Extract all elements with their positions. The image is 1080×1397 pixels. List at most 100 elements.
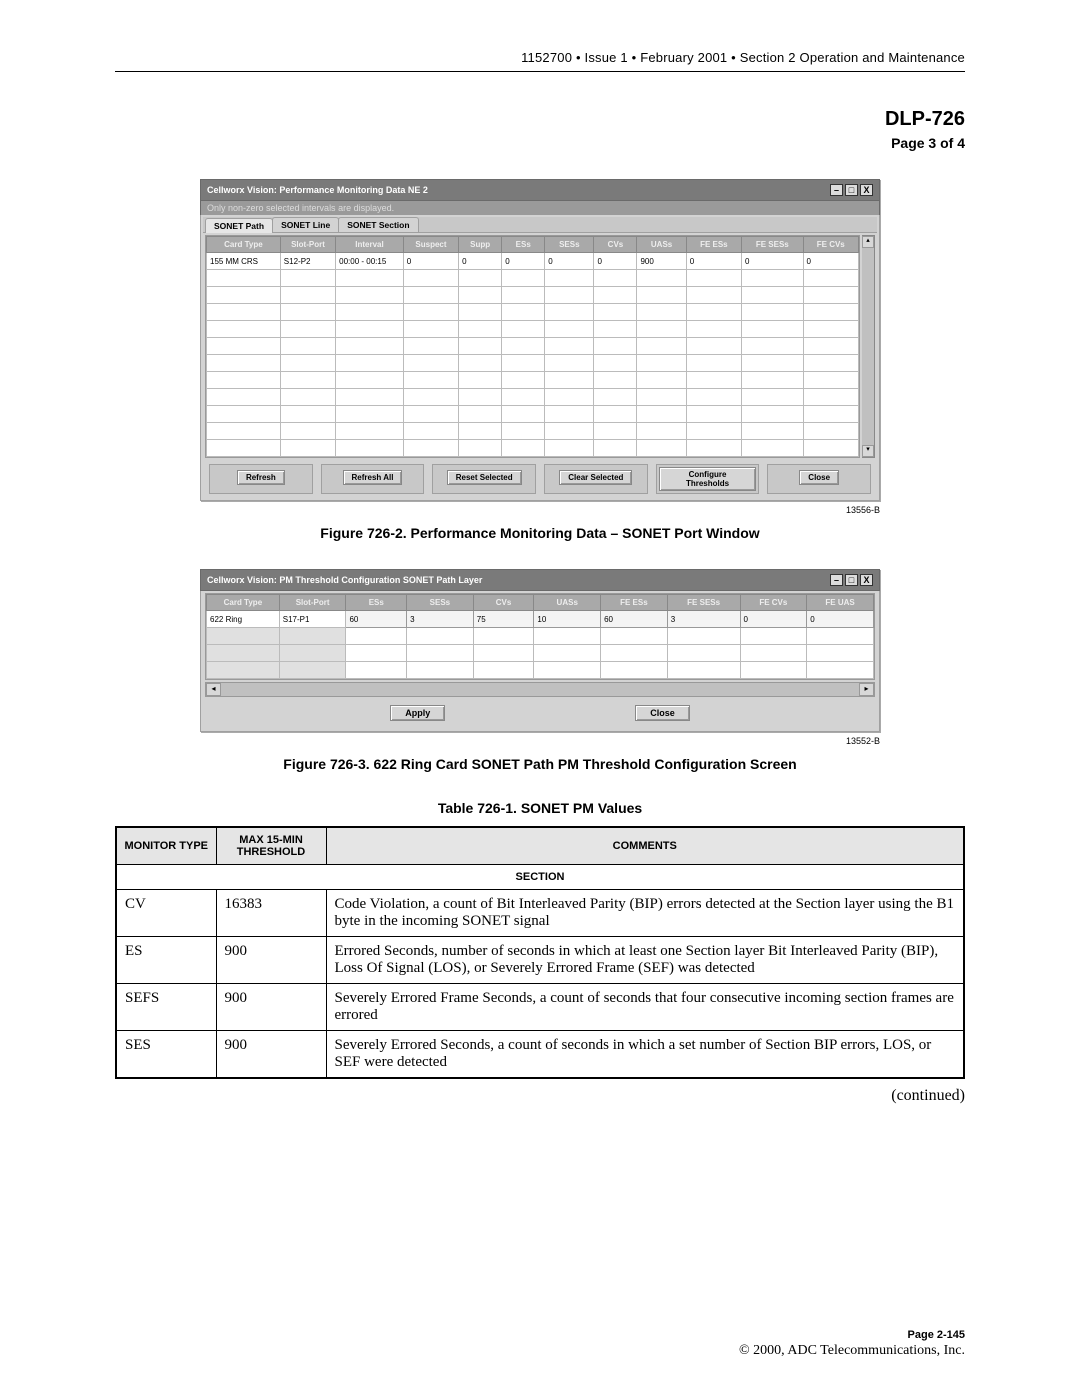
figure1-caption: Figure 726-2. Performance Monitoring Dat…	[115, 525, 965, 541]
table-row	[207, 440, 859, 457]
clear-selected-button[interactable]: Clear Selected	[559, 470, 632, 485]
button-cell: Refresh	[209, 464, 313, 494]
window-titlebar[interactable]: Cellworx Vision: PM Threshold Configurat…	[200, 569, 880, 591]
cell-comments: Errored Seconds, number of seconds in wh…	[326, 937, 964, 984]
configure-thresholds-button[interactable]: Configure Thresholds	[659, 467, 757, 491]
grid-cell[interactable]: 60	[601, 611, 668, 628]
figure1-id: 13556-B	[200, 505, 880, 515]
grid-cell[interactable]: 60	[346, 611, 407, 628]
maximize-icon[interactable]: □	[845, 574, 858, 586]
table-row: CV16383Code Violation, a count of Bit In…	[116, 890, 964, 937]
grid-cell[interactable]: 3	[667, 611, 740, 628]
table-row[interactable]: 155 MM CRSS12-P200:00 - 00:1500000900000	[207, 253, 859, 270]
table-row: ES900Errored Seconds, number of seconds …	[116, 937, 964, 984]
grid-col: Slot-Port	[279, 595, 346, 611]
grid-cell: 155 MM CRS	[207, 253, 281, 270]
window-title: Cellworx Vision: Performance Monitoring …	[207, 185, 428, 195]
grid-col: Card Type	[207, 595, 280, 611]
table-row	[207, 287, 859, 304]
threshold-grid: Card TypeSlot-PortESsSESsCVsUASsFE ESsFE…	[205, 593, 875, 680]
refresh-all-button[interactable]: Refresh All	[343, 470, 403, 485]
cell-comments: Code Violation, a count of Bit Interleav…	[326, 890, 964, 937]
table-row	[207, 270, 859, 287]
grid-col: FE ESs	[601, 595, 668, 611]
footer-page: Page 2-145	[115, 1329, 965, 1341]
grid-cell: 0	[742, 253, 804, 270]
scroll-right-icon[interactable]: ▸	[859, 683, 874, 696]
grid-header: Card TypeSlot-PortESsSESsCVsUASsFE ESsFE…	[207, 595, 874, 611]
minimize-icon[interactable]: –	[830, 184, 843, 196]
grid-cell: 0	[459, 253, 502, 270]
tab-sonet-section[interactable]: SONET Section	[338, 217, 418, 232]
tab-sonet-path[interactable]: SONET Path	[205, 218, 273, 233]
vertical-scrollbar[interactable]: ▴ ▾	[862, 235, 875, 458]
col-max-threshold: MAX 15-MIN THRESHOLD	[216, 827, 326, 865]
table-row	[207, 662, 874, 679]
refresh-button[interactable]: Refresh	[237, 470, 285, 485]
grid-col: UASs	[534, 595, 601, 611]
close-icon[interactable]: X	[860, 184, 873, 196]
window-title: Cellworx Vision: PM Threshold Configurat…	[207, 575, 482, 585]
scroll-up-icon[interactable]: ▴	[862, 236, 874, 248]
close-button[interactable]: Close	[635, 705, 690, 721]
figure2-id: 13552-B	[200, 736, 880, 746]
cell-threshold: 900	[216, 984, 326, 1031]
button-cell: Configure Thresholds	[656, 464, 760, 494]
apply-button[interactable]: Apply	[390, 705, 445, 721]
grid-cell: 0	[594, 253, 637, 270]
col-monitor-type: MONITOR TYPE	[116, 827, 216, 865]
cell-monitor-type: SEFS	[116, 984, 216, 1031]
horizontal-scrollbar[interactable]: ◂ ▸	[205, 682, 875, 697]
dlp-page: Page 3 of 4	[115, 135, 965, 151]
grid-cell[interactable]: 0	[740, 611, 807, 628]
tab-sonet-line[interactable]: SONET Line	[272, 217, 339, 232]
doc-header: 1152700 • Issue 1 • February 2001 • Sect…	[115, 50, 965, 65]
table-row	[207, 389, 859, 406]
pm-threshold-window: Cellworx Vision: PM Threshold Configurat…	[200, 569, 880, 732]
button-cell: Clear Selected	[544, 464, 648, 494]
sonet-pm-table: MONITOR TYPE MAX 15-MIN THRESHOLD COMMEN…	[115, 826, 965, 1079]
grid-cell[interactable]: 75	[473, 611, 534, 628]
table-row	[207, 321, 859, 338]
continued-note: (continued)	[115, 1087, 965, 1105]
close-icon[interactable]: X	[860, 574, 873, 586]
grid-cell: 00:00 - 00:15	[336, 253, 404, 270]
grid-col: UASs	[637, 237, 686, 253]
grid-col: ESs	[346, 595, 407, 611]
grid-cell[interactable]: 3	[407, 611, 474, 628]
close-button[interactable]: Close	[799, 470, 839, 485]
grid-cell: S17-P1	[279, 611, 346, 628]
grid-col: Interval	[336, 237, 404, 253]
grid-cell: 0	[545, 253, 594, 270]
grid-col: CVs	[594, 237, 637, 253]
maximize-icon[interactable]: □	[845, 184, 858, 196]
table-row	[207, 372, 859, 389]
grid-col: Card Type	[207, 237, 281, 253]
table-row: SES900Severely Errored Seconds, a count …	[116, 1031, 964, 1079]
window-titlebar[interactable]: Cellworx Vision: Performance Monitoring …	[200, 179, 880, 201]
cell-threshold: 16383	[216, 890, 326, 937]
cell-comments: Severely Errored Seconds, a count of sec…	[326, 1031, 964, 1079]
pm-data-window: Cellworx Vision: Performance Monitoring …	[200, 179, 880, 501]
dlp-code: DLP-726	[115, 108, 965, 131]
grid-col: Supp	[459, 237, 502, 253]
cell-threshold: 900	[216, 937, 326, 984]
scroll-left-icon[interactable]: ◂	[206, 683, 221, 696]
cell-threshold: 900	[216, 1031, 326, 1079]
table-row[interactable]: 622 RingS17-P1603751060300	[207, 611, 874, 628]
grid-col: SESs	[545, 237, 594, 253]
grid-cell[interactable]: 0	[807, 611, 874, 628]
reset-selected-button[interactable]: Reset Selected	[447, 470, 522, 485]
grid-col: FE ESs	[686, 237, 741, 253]
grid-cell: 0	[502, 253, 545, 270]
scroll-down-icon[interactable]: ▾	[862, 445, 874, 457]
table-row	[207, 338, 859, 355]
cell-comments: Severely Errored Frame Seconds, a count …	[326, 984, 964, 1031]
minimize-icon[interactable]: –	[830, 574, 843, 586]
grid-cell: 622 Ring	[207, 611, 280, 628]
grid-cell[interactable]: 10	[534, 611, 601, 628]
grid-col: FE UAS	[807, 595, 874, 611]
figure2-caption: Figure 726-3. 622 Ring Card SONET Path P…	[115, 756, 965, 772]
grid-col: FE CVs	[803, 237, 858, 253]
table-row	[207, 406, 859, 423]
